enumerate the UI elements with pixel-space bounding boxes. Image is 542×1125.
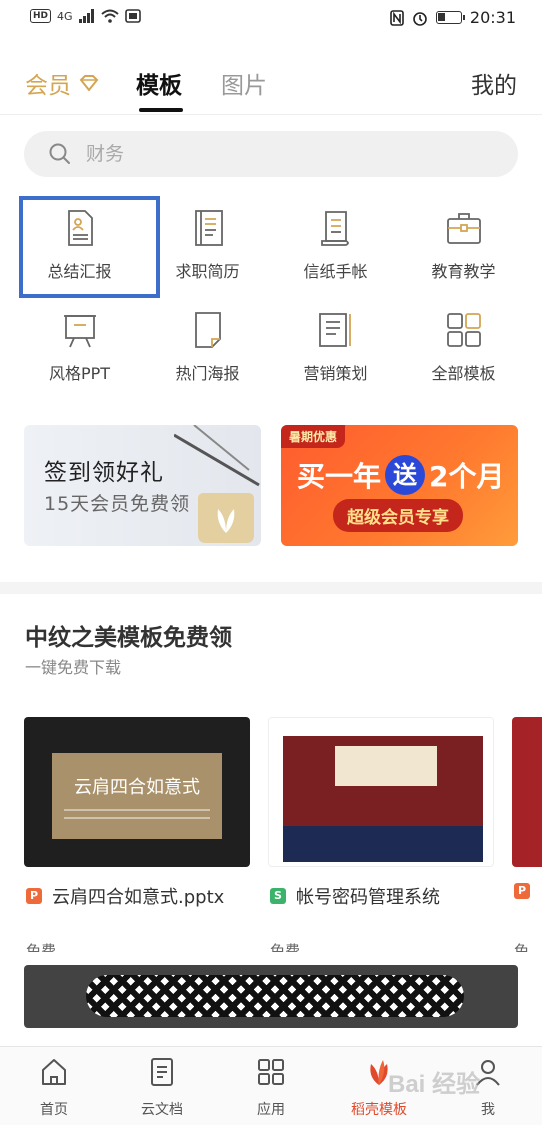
nav-label: 首页 (40, 1102, 68, 1118)
template-card-thumbnail[interactable] (512, 717, 542, 867)
briefcase-education-icon (446, 213, 481, 244)
nfc-icon (390, 9, 404, 26)
template-file-label[interactable]: P 云肩四合如意式.pptx (26, 883, 224, 909)
tab-mine[interactable]: 我的 (471, 66, 517, 100)
pen-decoration-icon (174, 425, 260, 487)
template-file-label[interactable]: P (514, 883, 530, 899)
thumbnail-stage (283, 736, 483, 862)
promo-headline-a: 买一年 (297, 460, 382, 493)
network-type: 4G (57, 9, 73, 23)
data-saver-icon (124, 9, 141, 23)
template-file-label[interactable]: S 帐号密码管理系统 (270, 883, 440, 909)
hd-badge: HD (30, 9, 52, 23)
tab-templates[interactable]: 模板 (136, 66, 182, 100)
template-card-thumbnail[interactable] (268, 717, 494, 867)
top-tab-bar: 会员 模板 图片 我的 (0, 52, 542, 114)
redaction-scribble (86, 975, 464, 1017)
status-left: HD 4G (30, 9, 141, 23)
tab-images[interactable]: 图片 (221, 66, 267, 100)
nav-label: 我 (481, 1102, 495, 1118)
promo-headline: 买一年 送 2个月 (297, 455, 505, 495)
clock: 20:31 (469, 8, 516, 27)
price-label: 免费 (26, 942, 57, 952)
thumbnail-title: 云肩四合如意式 (74, 777, 200, 798)
thumbnail-title-plate: 云肩四合如意式 (52, 753, 222, 839)
promo-subtitle: 超级会员专享 (333, 499, 463, 532)
grid-all-icon (446, 313, 481, 347)
search-bar[interactable] (24, 131, 518, 177)
category-label: 风格PPT (48, 364, 111, 383)
selection-highlight-box (19, 196, 160, 298)
presentation-board-icon (63, 315, 96, 348)
active-tab-indicator (139, 108, 183, 112)
signal-icon (78, 9, 94, 23)
template-card-thumbnail[interactable]: 云肩四合如意式 (24, 717, 250, 867)
nav-label: 稻壳模板 (351, 1102, 407, 1118)
sheet-file-icon: S (270, 888, 286, 904)
checkin-subtitle: 15天会员免费领 (44, 493, 191, 515)
thumbnail-text-line (64, 809, 210, 811)
category-poster[interactable]: 热门海报 (140, 300, 275, 398)
thumbnail-waves (283, 826, 483, 862)
letter-paper-icon (320, 211, 349, 246)
wifi-icon (100, 9, 119, 23)
nav-apps[interactable]: 应用 (231, 1057, 311, 1119)
category-label: 求职简历 (175, 262, 240, 281)
promo-headline-song: 送 (385, 455, 426, 495)
section-separator (0, 582, 542, 594)
apps-grid-icon (258, 1059, 284, 1085)
promo-tag: 暑期优惠 (281, 425, 346, 448)
diamond-icon (79, 75, 99, 91)
thumbnail-scroll (335, 746, 437, 786)
template-file-name: 帐号密码管理系统 (296, 887, 440, 908)
resume-icon (194, 210, 223, 246)
category-education[interactable]: 教育教学 (396, 198, 531, 296)
nav-cloud-doc[interactable]: 云文档 (122, 1057, 202, 1119)
tabs-divider (0, 114, 542, 115)
category-style-ppt[interactable]: 风格PPT (12, 300, 147, 398)
price-label: 免费 (514, 942, 530, 952)
cloud-doc-icon (151, 1058, 173, 1086)
ppt-file-icon: P (26, 888, 42, 904)
category-marketing[interactable]: 营销策划 (268, 300, 403, 398)
status-right: 20:31 (390, 8, 516, 27)
nav-home[interactable]: 首页 (14, 1057, 94, 1119)
category-label: 信纸手帐 (303, 262, 368, 281)
tab-member-label: 会员 (25, 73, 71, 99)
status-bar: HD 4G 20:31 (0, 0, 542, 40)
checkin-title: 签到领好礼 (44, 460, 164, 486)
category-label: 热门海报 (175, 364, 240, 383)
search-input[interactable] (86, 143, 466, 165)
ppt-file-icon: P (514, 883, 530, 899)
toast-message (24, 965, 518, 1028)
marketing-plan-icon (318, 313, 351, 347)
home-icon (42, 1059, 66, 1085)
poster-icon (194, 312, 221, 348)
section-title: 中纹之美模板免费领 (25, 625, 232, 651)
nav-label: 应用 (257, 1102, 285, 1118)
category-label: 教育教学 (431, 262, 496, 281)
category-letter-paper[interactable]: 信纸手帐 (268, 198, 403, 296)
category-label: 营销策划 (303, 364, 368, 383)
thumbnail-text-line (64, 817, 210, 819)
category-resume[interactable]: 求职简历 (140, 198, 275, 296)
price-label: 免费 (270, 942, 301, 952)
category-label: 全部模板 (431, 364, 496, 383)
template-file-name: 云肩四合如意式.pptx (52, 887, 225, 908)
nav-label: 云文档 (141, 1102, 183, 1118)
search-icon (49, 143, 70, 164)
section-subtitle: 一键免费下载 (25, 658, 122, 677)
tab-member[interactable]: 会员 (25, 66, 99, 100)
promo-headline-b: 2个月 (429, 460, 505, 493)
alarm-icon (413, 11, 427, 26)
watermark: Bai 经验 (388, 1071, 481, 1098)
category-all-templates[interactable]: 全部模板 (396, 300, 531, 398)
promo-banner[interactable]: 暑期优惠 买一年 送 2个月 超级会员专享 (281, 425, 518, 546)
battery-icon (435, 11, 465, 24)
checkin-banner[interactable]: 签到领好礼 15天会员免费领 (24, 425, 261, 546)
